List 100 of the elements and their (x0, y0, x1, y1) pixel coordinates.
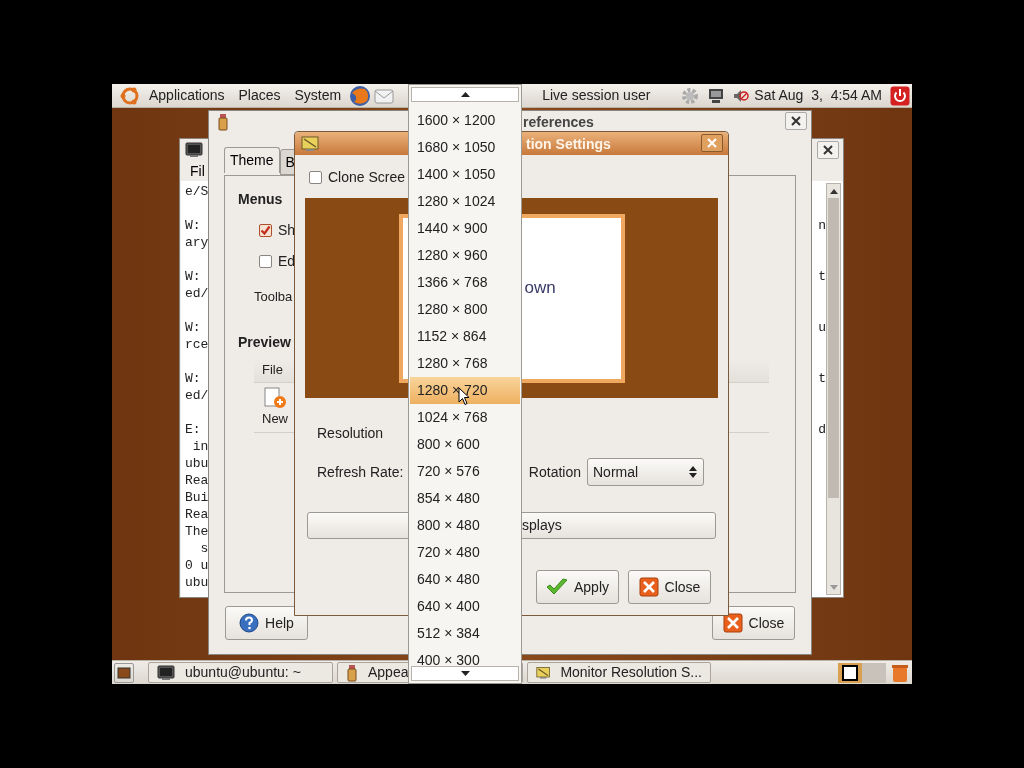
preview-toolbar-item: New (262, 386, 288, 428)
terminal-line: Bui (185, 489, 209, 506)
session-user-label[interactable]: Live session user (542, 85, 651, 106)
terminal-icon (185, 142, 203, 158)
terminal-line: W: (185, 217, 201, 234)
new-document-icon (263, 386, 287, 409)
field-label: Refresh Rate: (317, 462, 404, 482)
resolution-option[interactable]: 1600 × 1200 (410, 107, 520, 134)
terminal-line: e/S (185, 183, 209, 200)
tab[interactable]: Theme (224, 147, 280, 173)
terminal-line: u (818, 319, 826, 336)
terminal-line: E: (185, 421, 201, 438)
resolution-option[interactable]: 1400 × 1050 (410, 161, 520, 188)
resolution-option[interactable]: 800 × 600 (410, 431, 520, 458)
monitor-label: own (524, 277, 556, 300)
close-button[interactable]: Close (712, 606, 795, 640)
terminal-line: ubu (185, 574, 209, 591)
resolution-option[interactable]: 1440 × 900 (410, 215, 520, 242)
section-heading: Menus (238, 190, 283, 209)
paint-tube-icon (217, 113, 229, 131)
taskbar-button[interactable]: Monitor Resolution S... (527, 662, 711, 683)
desktop-icon (117, 666, 131, 679)
globe-browser-icon[interactable] (349, 84, 372, 107)
resolution-option[interactable]: 640 × 400 (410, 593, 520, 620)
field-label: Rotation (528, 462, 581, 482)
resolution-option[interactable]: 1280 × 768 (410, 350, 520, 377)
resolution-option[interactable]: 800 × 480 (410, 512, 520, 539)
paint-tube-icon (346, 663, 358, 682)
resolution-option[interactable]: 1024 × 768 (410, 404, 520, 431)
show-desktop-button[interactable] (114, 662, 134, 683)
taskbar-button[interactable]: ubuntu@ubuntu: ~ (148, 662, 333, 683)
window-title: references (523, 113, 594, 132)
window-title: tion Settings (526, 135, 611, 154)
rotation-select[interactable]: Normal (587, 458, 704, 486)
checkbox-label: Sh (278, 221, 296, 240)
terminal-line: ed/ (185, 387, 209, 404)
resolution-option[interactable]: 720 × 480 (410, 539, 520, 566)
terminal-line: ary (185, 234, 209, 251)
up-arrow-icon (460, 92, 470, 97)
terminal-line: ed/ (185, 285, 209, 302)
display-settings-icon (536, 664, 551, 681)
network-monitor-icon[interactable] (707, 86, 726, 105)
close-icon (791, 116, 801, 126)
close-icon (707, 138, 717, 148)
resolution-option[interactable]: 1280 × 960 (410, 242, 520, 269)
checkbox[interactable] (309, 171, 322, 184)
terminal-line: W: (185, 370, 201, 387)
down-arrow-icon (460, 671, 470, 676)
terminal-line: in (191, 438, 209, 455)
resolution-option[interactable]: 1280 × 800 (410, 296, 520, 323)
up-down-arrows-icon (689, 465, 697, 479)
terminal-line: W: (185, 268, 201, 285)
checkbox-label: Clone Scree (328, 168, 406, 187)
close-icon (638, 577, 659, 597)
close-button[interactable]: Close (628, 570, 711, 604)
terminal-line: W: (185, 319, 201, 336)
trash-icon[interactable] (890, 662, 910, 683)
clock[interactable]: Sat Aug 3, 4:54 AM (754, 85, 882, 106)
resolution-option[interactable]: 1152 × 864 (410, 323, 520, 350)
help-button[interactable]: Help (225, 606, 308, 640)
checkmark-icon (546, 578, 568, 596)
up-arrow-icon[interactable] (829, 188, 838, 194)
resolution-option[interactable]: 512 × 384 (410, 620, 520, 647)
resolution-option[interactable]: 640 × 480 (410, 566, 520, 593)
display-settings-icon (301, 135, 319, 152)
checkbox[interactable] (259, 224, 272, 237)
field-label: Toolba (254, 288, 293, 306)
scrollbar[interactable] (826, 183, 841, 595)
resolution-option[interactable]: 1680 × 1050 (410, 134, 520, 161)
close-icon (722, 613, 743, 633)
terminal-line: Rea (185, 506, 209, 523)
close-button[interactable] (785, 112, 807, 130)
section-heading: Preview (238, 332, 291, 352)
help-icon (239, 613, 260, 633)
close-button[interactable] (701, 134, 723, 152)
resolution-option[interactable]: 1280 × 720 (410, 377, 520, 404)
resolution-option[interactable]: 854 × 480 (410, 485, 520, 512)
terminal-line: t (818, 268, 826, 285)
panel-menu[interactable]: Places (232, 85, 287, 106)
workspace-switcher[interactable] (838, 662, 886, 683)
terminal-line: The (185, 523, 209, 540)
menu-item[interactable]: Fil (190, 160, 205, 182)
resolution-option[interactable]: 720 × 576 (410, 458, 520, 485)
checkbox[interactable] (259, 255, 272, 268)
terminal-line: s (199, 540, 209, 557)
terminal-line: rce (185, 336, 209, 353)
resolution-option[interactable]: 1280 × 1024 (410, 188, 520, 215)
terminal-icon (157, 664, 175, 681)
terminal-line: 0 u (185, 557, 209, 574)
resolution-option[interactable]: 1366 × 768 (410, 269, 520, 296)
panel-menu[interactable]: Applications (143, 85, 231, 106)
panel-menu[interactable]: System (288, 85, 348, 106)
terminal-line: n (818, 217, 826, 234)
resolution-option[interactable]: 400 × 300 (410, 647, 520, 666)
close-button[interactable] (817, 141, 839, 159)
terminal-line: d (818, 421, 826, 438)
close-icon (823, 145, 833, 155)
apply-button[interactable]: Apply (536, 570, 619, 604)
terminal-line: t (818, 370, 826, 387)
power-icon[interactable] (890, 85, 910, 106)
